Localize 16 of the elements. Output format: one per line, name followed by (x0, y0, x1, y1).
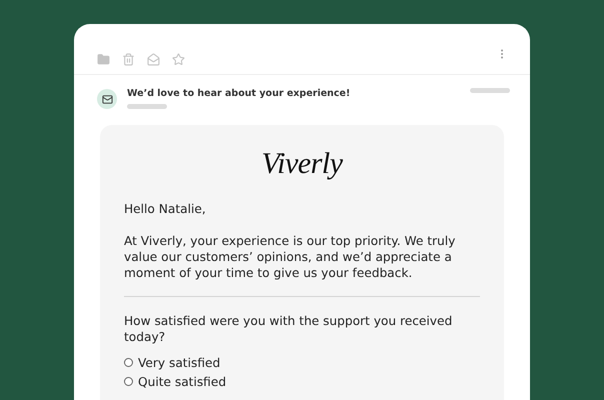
email-subject: We’d love to hear about your experience! (127, 88, 352, 99)
delete-icon[interactable] (122, 52, 135, 66)
open-envelope-icon[interactable] (147, 52, 160, 66)
mail-icon (102, 94, 112, 104)
folder-icon[interactable] (97, 52, 110, 66)
radio-button[interactable] (124, 377, 133, 386)
brand-logo: Viverly (262, 147, 342, 181)
star-icon[interactable] (172, 52, 185, 66)
date-placeholder-bar (470, 88, 510, 93)
greeting-text: Hello Natalie, (124, 201, 207, 217)
question-text: How satisfied were you with the support you received today? (124, 313, 454, 345)
radio-option[interactable]: Very satisfied (124, 353, 480, 372)
radio-option[interactable]: Quite satisfied (124, 372, 480, 391)
body-text: At Viverly, your experience is our top priority. We truly value our customers’ opinions, and we’d appreciate a moment of your time to give us your feedback. (124, 233, 456, 281)
radio-button[interactable] (124, 358, 133, 367)
sender-placeholder-bar (127, 104, 167, 109)
